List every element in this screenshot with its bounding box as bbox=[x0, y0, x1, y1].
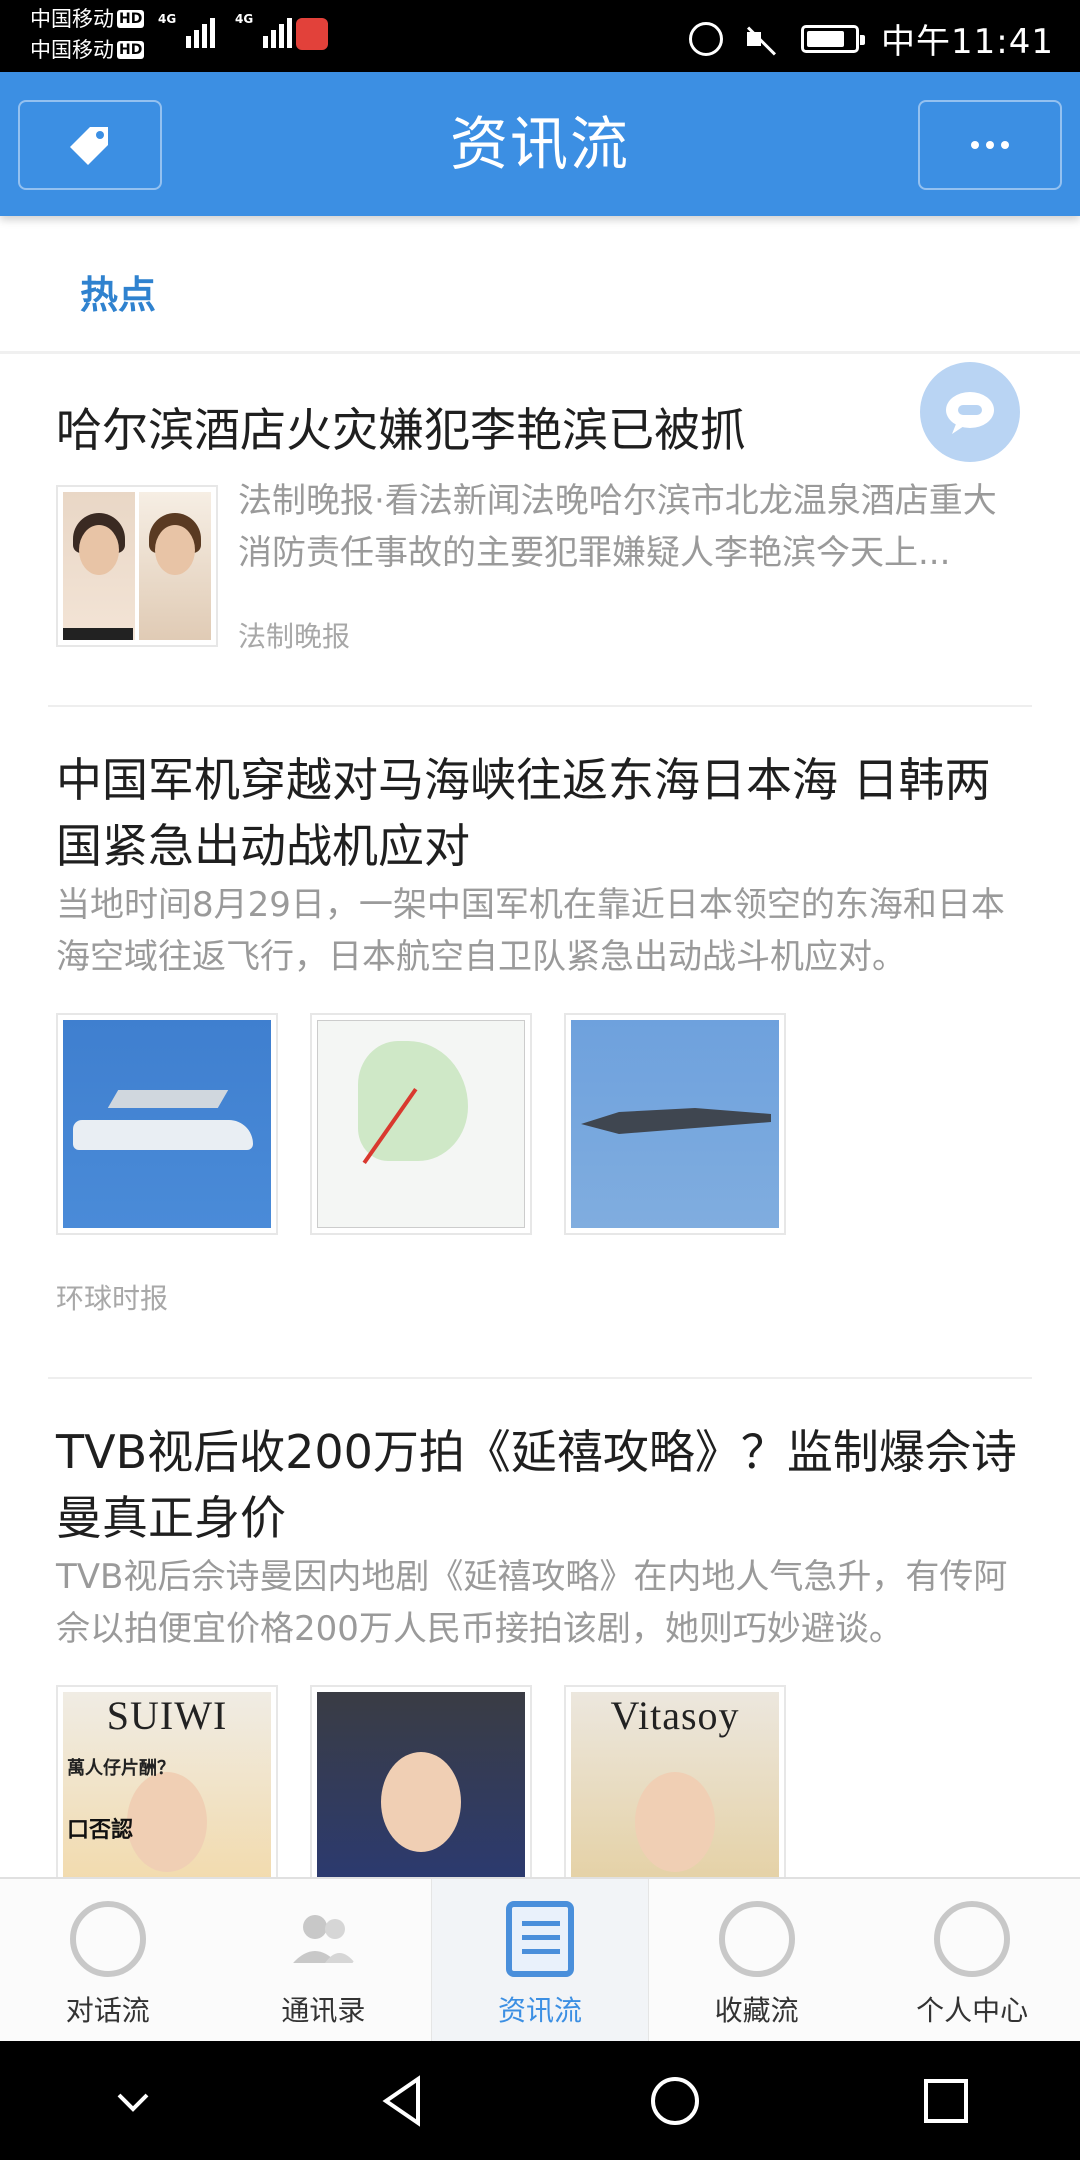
poster-text: SUIWI bbox=[106, 1693, 228, 1738]
signal-icon: 4G bbox=[158, 12, 215, 48]
news-title[interactable]: 中国军机穿越对马海峡往返东海日本海 日韩两国紧急出动战机应对 bbox=[56, 747, 1024, 879]
profile-icon bbox=[934, 1901, 1011, 1977]
nav-item-chat[interactable]: 对话流 bbox=[0, 1879, 216, 2041]
nav-item-news[interactable]: 资讯流 bbox=[431, 1879, 649, 2041]
news-feed-icon bbox=[505, 1901, 574, 1977]
battery-icon bbox=[801, 24, 866, 53]
news-feed[interactable]: 哈尔滨酒店火灾嫌犯李艳滨已被抓 法制晚报·看法新闻法晚哈尔滨市北龙温泉酒店重大消… bbox=[0, 357, 1080, 1877]
news-item[interactable]: 哈尔滨酒店火灾嫌犯李艳滨已被抓 法制晚报·看法新闻法晚哈尔滨市北龙温泉酒店重大消… bbox=[0, 357, 1080, 705]
tab-hot[interactable]: 热点 bbox=[80, 264, 156, 319]
poster-text: Vitasoy bbox=[610, 1693, 740, 1738]
app-header: 资讯流 bbox=[0, 72, 1080, 216]
floating-chat-button[interactable] bbox=[920, 362, 1020, 462]
chat-bubble-icon bbox=[69, 1901, 146, 1977]
system-navigation bbox=[0, 2041, 1080, 2160]
news-image[interactable] bbox=[564, 1013, 786, 1235]
carrier-label-2: 中国移动 bbox=[30, 38, 114, 62]
status-bar: 中国移动 HD 中国移动 HD 4G 4G 中午11:41 bbox=[0, 0, 1080, 72]
nav-item-contacts[interactable]: 通讯录 bbox=[216, 1879, 432, 2041]
chevron-down-icon[interactable] bbox=[109, 2077, 157, 2125]
more-button[interactable] bbox=[918, 100, 1062, 190]
news-item[interactable]: 中国军机穿越对马海峡往返东海日本海 日韩两国紧急出动战机应对 当地时间8月29日… bbox=[0, 707, 1080, 1377]
alarm-icon bbox=[689, 21, 724, 56]
signal-indicators: 4G 4G bbox=[158, 12, 292, 48]
nav-item-favorites[interactable]: 收藏流 bbox=[649, 1879, 865, 2041]
news-title[interactable]: 哈尔滨酒店火灾嫌犯李艳滨已被抓 bbox=[56, 397, 746, 463]
news-title[interactable]: TVB视后收200万拍《延禧攻略》？监制爆佘诗曼真正身价 bbox=[56, 1419, 1024, 1551]
news-image[interactable] bbox=[310, 1013, 532, 1235]
news-images bbox=[56, 1013, 1024, 1235]
back-icon[interactable] bbox=[374, 2073, 430, 2129]
nav-label: 收藏流 bbox=[714, 1994, 799, 2027]
nav-label: 个人中心 bbox=[916, 1994, 1029, 2027]
news-source: 环球时报 bbox=[56, 1282, 169, 1315]
more-icon bbox=[971, 141, 1009, 149]
news-image[interactable]: Vitasoy bbox=[564, 1685, 786, 1877]
network-type-label-2: 4G bbox=[235, 12, 254, 26]
nav-item-profile[interactable]: 个人中心 bbox=[864, 1879, 1080, 2041]
carrier-label: 中国移动 bbox=[30, 7, 114, 31]
news-item[interactable]: TVB视后收200万拍《延禧攻略》？监制爆佘诗曼真正身价 TVB视后佘诗曼因内地… bbox=[0, 1379, 1080, 1877]
news-summary: 法制晚报·看法新闻法晚哈尔滨市北龙温泉酒店重大消防责任事故的主要犯罪嫌疑人李艳滨… bbox=[238, 481, 997, 573]
home-icon[interactable] bbox=[647, 2073, 703, 2129]
news-image[interactable]: SUIWI 萬人仔片酬？ 口否認 bbox=[56, 1685, 278, 1877]
bottom-navigation: 对话流 通讯录 资讯流 收藏流 个人中心 bbox=[0, 1877, 1080, 2041]
carrier-info: 中国移动 HD 中国移动 HD bbox=[30, 4, 145, 66]
poster-caption: 口否認 bbox=[67, 1818, 134, 1843]
clock: 中午11:41 bbox=[881, 22, 1054, 62]
mute-icon bbox=[745, 24, 779, 54]
news-thumbnail[interactable] bbox=[56, 485, 218, 647]
news-image[interactable] bbox=[310, 1685, 532, 1877]
favorites-icon bbox=[718, 1901, 795, 1977]
nav-label: 通讯录 bbox=[281, 1994, 366, 2027]
hd-badge: HD bbox=[117, 10, 145, 28]
category-tabs: 热点 bbox=[0, 216, 1080, 354]
news-summary: 当地时间8月29日，一架中国军机在靠近日本领空的东海和日本海空域往返飞行，日本航… bbox=[56, 885, 1005, 977]
chat-bubble-icon bbox=[946, 392, 994, 434]
news-summary: TVB视后佘诗曼因内地剧《延禧攻略》在内地人气急升，有传阿佘以拍便宜价格200万… bbox=[56, 1557, 1008, 1649]
news-images: SUIWI 萬人仔片酬？ 口否認 Vitasoy bbox=[56, 1685, 1024, 1877]
signal-icon-2: 4G bbox=[235, 12, 292, 48]
nav-label: 资讯流 bbox=[497, 1994, 582, 2027]
app-notification-icon bbox=[296, 18, 328, 50]
contacts-icon bbox=[293, 1915, 356, 1963]
recent-apps-icon[interactable] bbox=[920, 2075, 972, 2127]
poster-tag: 萬人仔片酬？ bbox=[67, 1758, 175, 1779]
network-type-label: 4G bbox=[158, 12, 177, 26]
nav-label: 对话流 bbox=[65, 1994, 150, 2027]
hd-badge-2: HD bbox=[117, 41, 145, 59]
news-image[interactable] bbox=[56, 1013, 278, 1235]
news-source: 法制晚报 bbox=[238, 620, 351, 653]
